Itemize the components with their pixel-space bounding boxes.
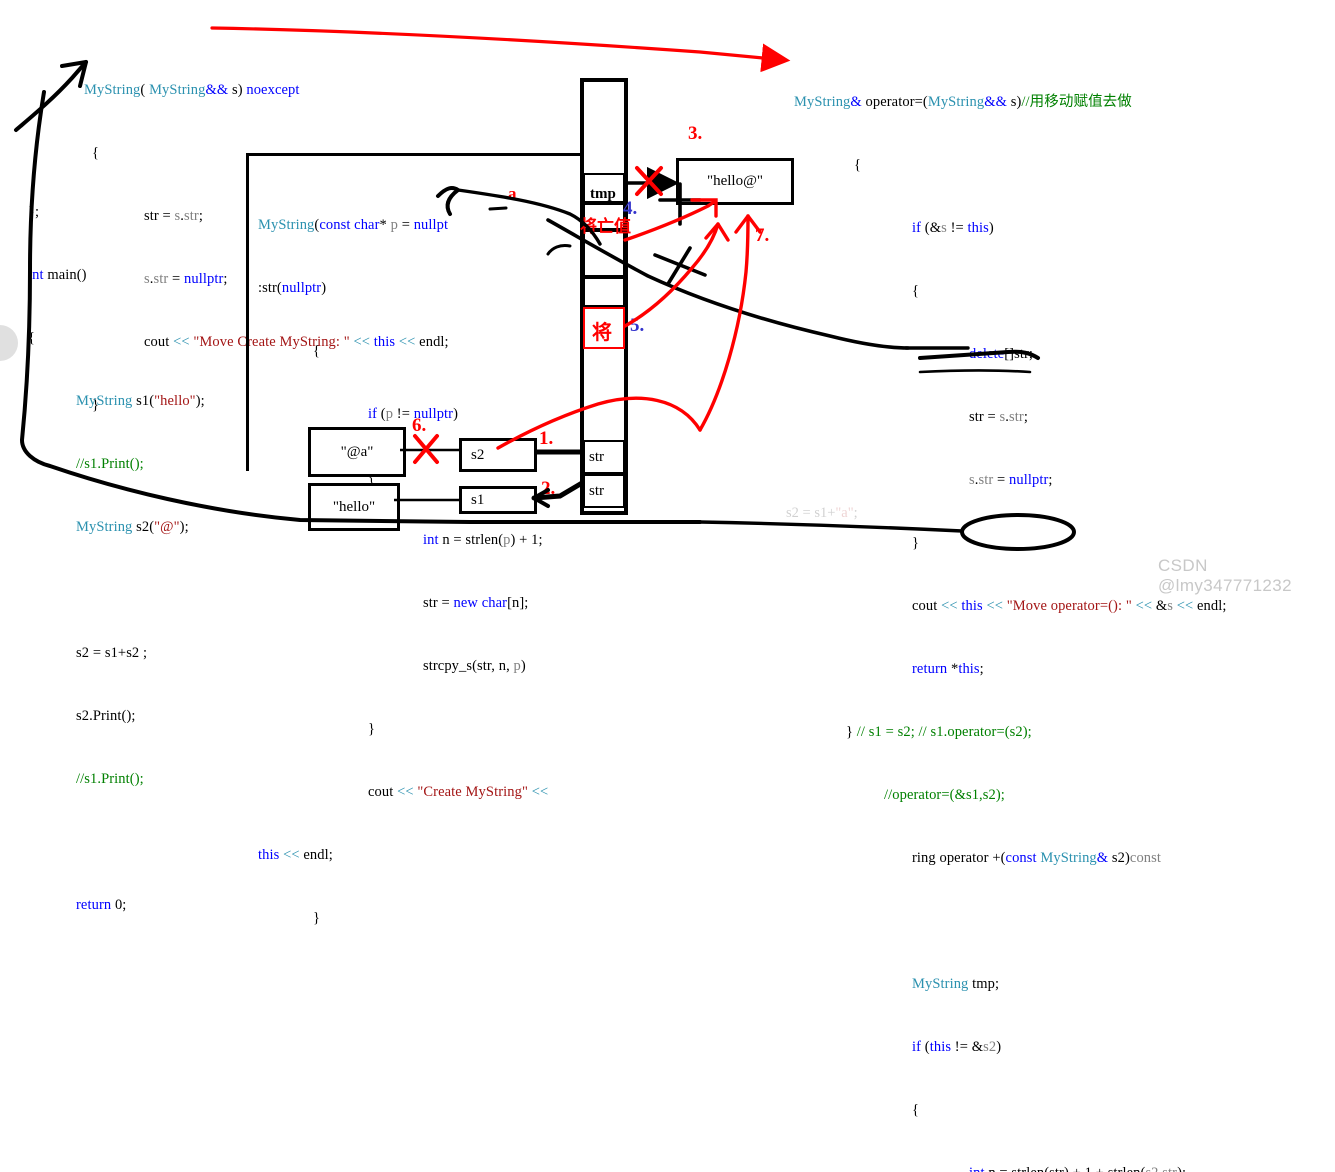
red-arrow-4 bbox=[623, 200, 716, 242]
step-marker-3: 3. bbox=[688, 123, 703, 144]
code-line: this << endl; bbox=[258, 847, 333, 863]
black-cross-lower bbox=[653, 246, 707, 286]
step-marker-4: 4. bbox=[623, 198, 638, 219]
red-arrow-5 bbox=[623, 222, 720, 328]
code-line: { bbox=[28, 330, 36, 346]
ctor-overlay-left-border bbox=[246, 153, 249, 471]
code-line: ring operator +(const MyString& s2)const bbox=[912, 850, 1162, 866]
code-line: MyString(const char* p = nullpt bbox=[258, 217, 449, 233]
code-line: delete[]str; bbox=[969, 346, 1034, 362]
code-line: //operator=(&s1,s2); bbox=[884, 787, 1005, 803]
annotation-a: a bbox=[508, 184, 517, 203]
code-line: :str(nullptr) bbox=[258, 280, 327, 296]
stack-cell-str-lower-text: str bbox=[589, 483, 604, 499]
code-line: s.str = nullptr; bbox=[969, 472, 1053, 488]
code-line: if (&s != this) bbox=[912, 220, 994, 236]
heap-box-hello-at: "hello@" bbox=[676, 158, 794, 205]
step-marker-2: 2. bbox=[541, 478, 556, 499]
code-line: int n = strlen(p) + 1; bbox=[423, 532, 543, 548]
stack-cell-str-upper-text: str bbox=[589, 449, 604, 465]
code-line: { bbox=[912, 1102, 920, 1118]
code-line: MyString( MyString&& s) noexcept bbox=[84, 82, 300, 98]
code-line: if (p != nullptr) bbox=[368, 406, 459, 422]
code-line: str = new char[n]; bbox=[423, 595, 529, 611]
csdn-watermark: CSDN @lmy347771232 bbox=[1158, 556, 1292, 595]
stack-label-tmp: tmp bbox=[590, 186, 616, 202]
step-marker-1: 1. bbox=[539, 428, 554, 449]
code-line: } bbox=[912, 535, 920, 551]
code-char-constructor: MyString(const char* p = nullpt :str(nul… bbox=[258, 173, 548, 971]
ctor-overlay-top-border bbox=[246, 153, 586, 156]
code-line: s2 = s1+s2 ; bbox=[76, 645, 148, 661]
code-line: }; bbox=[28, 204, 40, 220]
code-line: s2.Print(); bbox=[76, 708, 136, 724]
code-line: return *this; bbox=[912, 661, 984, 677]
code-main: }; int main() { MyString s1("hello"); //… bbox=[28, 160, 205, 958]
code-line: MyString s1("hello"); bbox=[76, 393, 205, 409]
code-line: strcpy_s(str, n, p) bbox=[423, 658, 526, 674]
red-cross-on-tmp-arrow bbox=[635, 166, 663, 196]
code-line: { bbox=[313, 343, 321, 359]
code-line: //s1.Print(); bbox=[76, 456, 144, 472]
code-line: } bbox=[368, 721, 376, 737]
will-label: 将 bbox=[592, 320, 612, 344]
left-edge-artifact bbox=[0, 325, 18, 361]
heap-box-hello: "hello" bbox=[308, 483, 400, 531]
red-arrow-5-head bbox=[704, 222, 730, 242]
code-line: //s1.Print(); bbox=[76, 771, 144, 787]
whiteboard-canvas: MyString( MyString&& s) noexcept { str =… bbox=[0, 0, 1335, 1172]
step-marker-6: 6. bbox=[412, 415, 427, 436]
code-move-assignment: MyString& operator=(MyString&& s)//用移动赋值… bbox=[794, 50, 1227, 1172]
code-line: cout << "Create MyString" << bbox=[368, 784, 549, 800]
code-line: { bbox=[912, 283, 920, 299]
black-squiggle-xvalue bbox=[546, 244, 572, 256]
step-marker-5: 5. bbox=[630, 315, 645, 336]
code-line: } bbox=[313, 910, 321, 926]
step-marker-7: 7. bbox=[755, 225, 770, 246]
code-line: MyString s2("@"); bbox=[76, 519, 189, 535]
code-line: MyString& operator=(MyString&& s)//用移动赋值… bbox=[794, 94, 1132, 110]
stack-cell-xvalue bbox=[583, 230, 625, 277]
code-line: { bbox=[854, 157, 862, 173]
code-line: int main() bbox=[28, 267, 87, 283]
code-line: MyString tmp; bbox=[912, 976, 1000, 992]
code-line: } // s1 = s2; // s1.operator=(s2); bbox=[846, 724, 1032, 740]
faded-code-line: s2 = s1+"a"; bbox=[786, 505, 858, 521]
black-arrow-shaft-topleft bbox=[14, 60, 88, 132]
red-arrow-7 bbox=[698, 214, 750, 432]
var-box-s2: s2 bbox=[459, 438, 537, 472]
code-line: cout << this << "Move operator=(): " << … bbox=[912, 598, 1227, 614]
stack-cell-mid bbox=[583, 277, 625, 307]
code-line: if (this != &s2) bbox=[912, 1039, 1002, 1055]
black-arrow-head-topleft bbox=[60, 60, 88, 88]
var-box-s1: s1 bbox=[459, 486, 537, 514]
code-line: int n = strlen(str) + 1 + strlen(s2.str)… bbox=[794, 1163, 1227, 1172]
code-line: return 0; bbox=[76, 897, 127, 913]
code-line: str = s.str; bbox=[969, 409, 1028, 425]
heap-box-at-a: "@a" bbox=[308, 427, 406, 477]
